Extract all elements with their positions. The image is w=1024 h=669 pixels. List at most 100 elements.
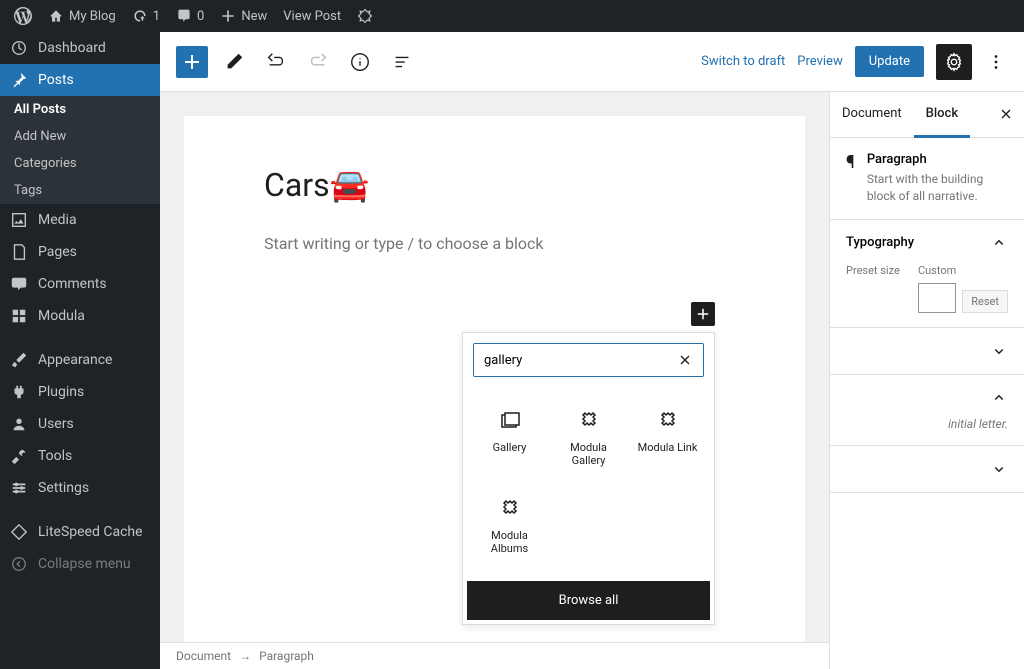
reset-button[interactable]: Reset (962, 290, 1008, 313)
submenu-tags[interactable]: Tags (0, 177, 160, 204)
updates-count: 1 (153, 9, 160, 24)
sidebar-item-tools[interactable]: Tools (0, 440, 160, 472)
block-search-input[interactable] (484, 353, 677, 368)
modula-gallery-icon (577, 409, 601, 433)
new-link[interactable]: New (214, 8, 273, 24)
editor: Switch to draft Preview Update Cars🚘 Sta… (160, 32, 1024, 669)
paragraph-icon: ¶ (846, 152, 855, 173)
redo-button[interactable] (302, 46, 334, 78)
sidebar-item-litespeed[interactable]: LiteSpeed Cache (0, 516, 160, 548)
collapse-icon (10, 555, 30, 573)
preset-size-label: Preset size (846, 264, 906, 277)
sidebar-label: Appearance (38, 352, 112, 368)
close-panel-button[interactable] (998, 106, 1014, 122)
sidebar-item-modula[interactable]: Modula (0, 300, 160, 332)
typography-label: Typography (846, 235, 914, 250)
settings-toggle-button[interactable] (936, 44, 972, 80)
submenu-add-new[interactable]: Add New (0, 123, 160, 150)
custom-label: Custom (918, 264, 956, 277)
dashboard-icon (10, 39, 30, 57)
add-block-button[interactable] (176, 46, 208, 78)
block-option-modula-gallery[interactable]: Modula Gallery (552, 397, 625, 479)
sidebar-item-pages[interactable]: Pages (0, 236, 160, 268)
sidebar-item-comments[interactable]: Comments (0, 268, 160, 300)
block-option-modula-link[interactable]: Modula Link (631, 397, 704, 479)
sidebar-item-users[interactable]: Users (0, 408, 160, 440)
more-options-button[interactable] (984, 44, 1008, 80)
sidebar-item-plugins[interactable]: Plugins (0, 376, 160, 408)
clear-search-button[interactable] (677, 352, 693, 368)
sidebar-label: Media (38, 212, 77, 228)
sidebar-label: Collapse menu (38, 556, 131, 572)
edit-mode-button[interactable] (218, 46, 250, 78)
details-button[interactable] (344, 46, 376, 78)
admin-bar: My Blog 1 0 New View Post (0, 0, 1024, 32)
tab-block[interactable]: Block (914, 92, 970, 138)
pages-icon (10, 243, 30, 261)
block-option-label: Modula Albums (477, 529, 542, 555)
post-title[interactable]: Cars🚘 (264, 166, 725, 204)
chevron-down-icon (990, 460, 1008, 478)
sidebar-label: Dashboard (38, 40, 106, 56)
sidebar-item-settings[interactable]: Settings (0, 472, 160, 504)
sidebar-item-appearance[interactable]: Appearance (0, 344, 160, 376)
submenu-categories[interactable]: Categories (0, 150, 160, 177)
sidebar-label: Modula (38, 308, 85, 324)
breadcrumb: Document → Paragraph (160, 642, 829, 669)
block-option-label: Modula Gallery (556, 441, 621, 467)
preview-button[interactable]: Preview (797, 54, 842, 69)
block-option-modula-albums[interactable]: Modula Albums (473, 485, 546, 567)
inline-add-block-button[interactable] (691, 302, 715, 326)
comment-icon (176, 8, 192, 24)
updates-link[interactable]: 1 (126, 8, 166, 24)
switch-to-draft-button[interactable]: Switch to draft (701, 54, 785, 69)
breadcrumb-separator: → (239, 649, 251, 663)
typography-section-toggle[interactable]: Typography (846, 234, 1008, 252)
comments-link[interactable]: 0 (170, 8, 210, 24)
browse-all-button[interactable]: Browse all (467, 581, 710, 620)
block-inserter-popover: Gallery Modula Gallery Modula Link (462, 332, 715, 625)
breadcrumb-document[interactable]: Document (176, 649, 231, 663)
home-icon (48, 8, 64, 24)
panel-section-toggle-3[interactable] (846, 389, 1008, 407)
panel-section-toggle-4[interactable] (846, 460, 1008, 478)
sidebar-item-posts[interactable]: Posts (0, 64, 160, 96)
sidebar-item-media[interactable]: Media (0, 204, 160, 236)
block-description: Start with the building block of all nar… (867, 171, 1008, 205)
undo-button[interactable] (260, 46, 292, 78)
block-placeholder[interactable]: Start writing or type / to choose a bloc… (264, 234, 725, 253)
sidebar-label: Plugins (38, 384, 84, 400)
pin-icon (10, 71, 30, 89)
site-name-label: My Blog (69, 9, 116, 24)
block-option-gallery[interactable]: Gallery (473, 397, 546, 479)
wp-logo[interactable] (8, 7, 38, 25)
gallery-icon (498, 409, 522, 433)
editor-canvas: Cars🚘 Start writing or type / to choose … (160, 92, 829, 669)
sidebar-label: Posts (38, 72, 74, 88)
submenu-all-posts[interactable]: All Posts (0, 96, 160, 123)
modula-icon (357, 8, 373, 24)
breadcrumb-paragraph[interactable]: Paragraph (259, 649, 314, 663)
modula-albums-icon (498, 497, 522, 521)
sidebar-label: Comments (38, 276, 107, 292)
block-option-label: Gallery (493, 441, 527, 454)
modula-icon (10, 307, 30, 325)
tab-document[interactable]: Document (830, 92, 914, 137)
update-icon (132, 8, 148, 24)
panel-section-toggle-2[interactable] (846, 342, 1008, 360)
wordpress-icon (14, 7, 32, 25)
view-post-link[interactable]: View Post (277, 9, 347, 24)
plus-icon (220, 8, 236, 24)
site-name-link[interactable]: My Blog (42, 8, 122, 24)
sidebar-item-dashboard[interactable]: Dashboard (0, 32, 160, 64)
sidebar-collapse[interactable]: Collapse menu (0, 548, 160, 580)
outline-button[interactable] (386, 46, 418, 78)
comments-icon (10, 275, 30, 293)
brush-icon (10, 351, 30, 369)
update-button[interactable]: Update (855, 46, 924, 77)
custom-size-input[interactable] (918, 283, 956, 313)
modula-adminbar[interactable] (351, 8, 379, 24)
litespeed-icon (10, 523, 30, 541)
posts-submenu: All Posts Add New Categories Tags (0, 96, 160, 204)
media-icon (10, 211, 30, 229)
